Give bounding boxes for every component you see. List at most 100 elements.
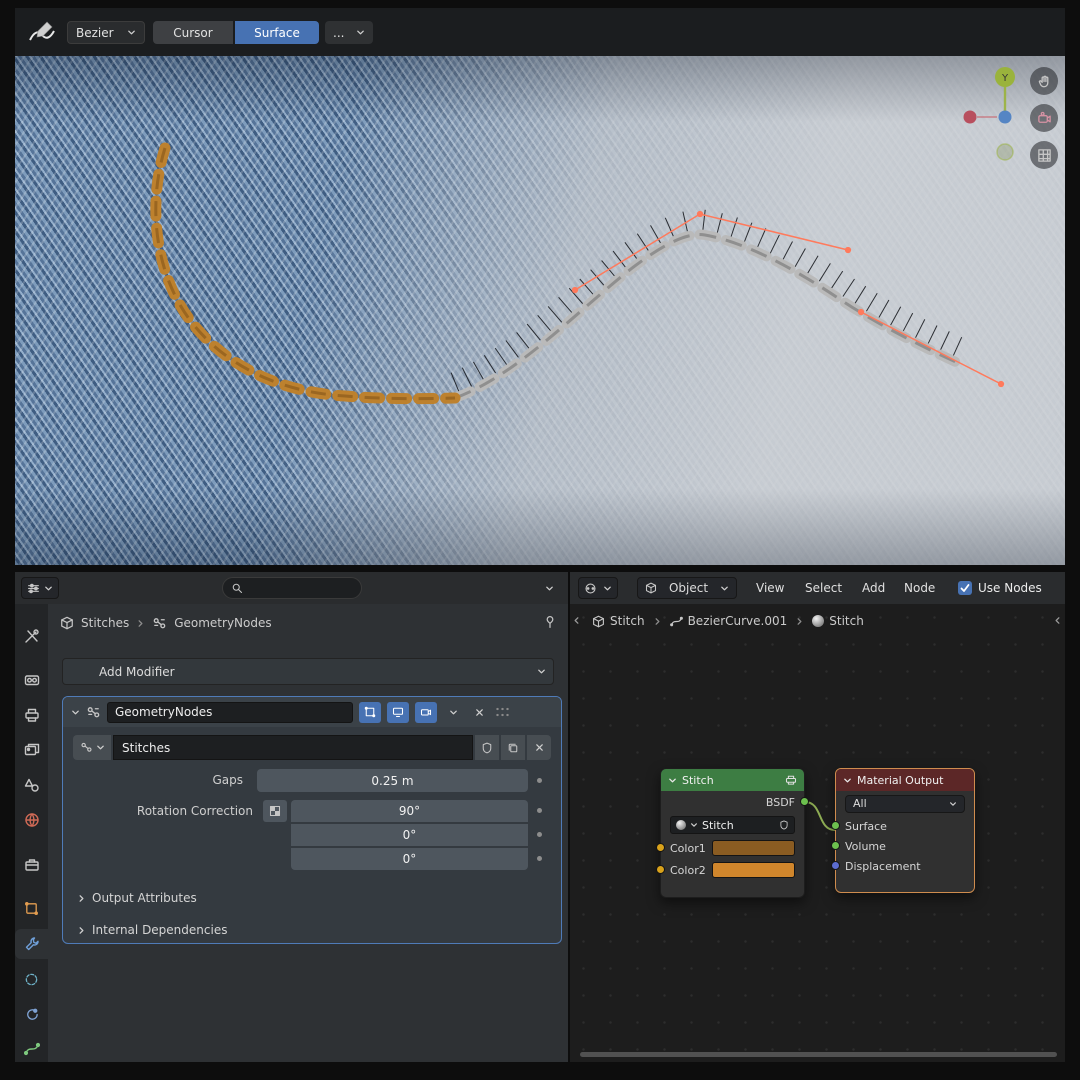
shader-breadcrumb: Stitch BezierCurve.001 Stitch [592, 609, 864, 633]
stitch-node-header[interactable]: Stitch [661, 769, 804, 791]
tab-output[interactable] [15, 700, 48, 730]
move-view-button[interactable] [1030, 67, 1058, 95]
more-options-dropdown[interactable]: ... [325, 21, 373, 44]
cursor-toggle-button[interactable]: Cursor [153, 21, 233, 44]
animate-dot[interactable] [537, 832, 542, 837]
tab-constraints[interactable] [15, 999, 48, 1029]
search-input[interactable] [222, 577, 362, 599]
modifier-name-input[interactable]: GeometryNodes [107, 702, 353, 723]
material-sphere-icon [676, 820, 686, 830]
target-row: All [836, 791, 974, 816]
gaps-value-slider[interactable]: 0.25 m [257, 769, 528, 792]
material-selector[interactable]: Stitch [670, 816, 795, 834]
editor-type-dropdown[interactable] [21, 577, 59, 599]
drag-grip[interactable] [495, 706, 511, 718]
gizmo-y-neg-axis[interactable] [997, 144, 1013, 160]
animate-dot[interactable] [537, 778, 542, 783]
node-group-selector: Stitches [73, 735, 551, 760]
collapse-chevron-icon[interactable] [668, 776, 677, 785]
shader-mode-dropdown[interactable]: Object [637, 577, 737, 599]
gizmo-z-axis[interactable] [999, 111, 1012, 124]
gizmo-x-axis[interactable] [964, 111, 977, 124]
material-output-node[interactable]: Material Output All Surface Volume Displ… [835, 768, 975, 893]
unlink-button[interactable] [527, 735, 551, 760]
camera-view-button[interactable] [1030, 104, 1058, 132]
new-copy-button[interactable] [501, 735, 525, 760]
breadcrumb-curve[interactable]: BezierCurve.001 [670, 614, 788, 628]
surface-toggle-button[interactable]: Surface [235, 21, 319, 44]
menu-view[interactable]: View [752, 572, 788, 604]
header-extras-dropdown[interactable] [536, 577, 562, 599]
tab-object-data[interactable] [15, 1034, 48, 1064]
surface-input-socket[interactable] [831, 821, 840, 830]
color1-swatch[interactable] [712, 840, 795, 856]
display-editmode-toggle[interactable] [359, 702, 381, 723]
color1-input-socket[interactable] [656, 843, 665, 852]
tab-collection[interactable] [15, 850, 48, 880]
rotation-x-slider[interactable]: 90° [291, 800, 528, 822]
tab-scene[interactable] [15, 770, 48, 800]
collapse-chevron-icon[interactable] [843, 776, 852, 785]
bsdf-output-socket[interactable] [800, 797, 809, 806]
expand-chevron-icon[interactable] [71, 708, 80, 717]
use-attribute-toggle[interactable] [263, 800, 287, 822]
tab-view-layer[interactable] [15, 735, 48, 765]
rotation-z-slider[interactable]: 0° [291, 848, 528, 870]
shield-icon[interactable] [779, 820, 789, 830]
breadcrumb-modifier[interactable]: GeometryNodes [174, 616, 271, 630]
modifier-extras-dropdown[interactable] [443, 702, 463, 723]
viewport-canvas[interactable]: Y [15, 56, 1065, 565]
color1-row: Color1 [661, 837, 804, 859]
tab-modifiers[interactable] [15, 929, 48, 959]
tab-tool[interactable] [15, 621, 48, 651]
display-render-toggle[interactable] [415, 702, 437, 723]
menu-select[interactable]: Select [801, 572, 846, 604]
add-modifier-dropdown[interactable]: Add Modifier [62, 658, 554, 685]
use-nodes-checkbox[interactable] [958, 581, 972, 595]
remove-modifier-button[interactable] [469, 702, 489, 723]
material-sphere-icon [812, 615, 824, 627]
fake-user-button[interactable] [475, 735, 499, 760]
menu-node[interactable]: Node [900, 572, 939, 604]
animate-dot[interactable] [537, 808, 542, 813]
object-cube-icon [645, 582, 657, 594]
browse-node-group-button[interactable] [73, 735, 111, 760]
editor-type-dropdown[interactable] [578, 577, 618, 599]
horizontal-scrollbar[interactable] [580, 1052, 1057, 1057]
tab-world[interactable] [15, 805, 48, 835]
tab-render[interactable] [15, 665, 48, 695]
close-icon [535, 743, 544, 752]
stitch-node[interactable]: Stitch BSDF Stitch Color1 [660, 768, 805, 898]
display-realtime-toggle[interactable] [387, 702, 409, 723]
breadcrumb-material-label: Stitch [829, 614, 864, 628]
material-output-header[interactable]: Material Output [836, 769, 974, 791]
internal-dependencies-section[interactable]: Internal Dependencies [77, 919, 227, 941]
toggle-projection-button[interactable] [1030, 141, 1058, 169]
output-attributes-section[interactable]: Output Attributes [77, 887, 197, 909]
displacement-input-socket[interactable] [831, 861, 840, 870]
wrench-icon [24, 936, 40, 952]
breadcrumb-object[interactable]: Stitch [592, 614, 645, 628]
bezier-handles[interactable] [573, 212, 1004, 387]
curve-type-dropdown[interactable]: Bezier [67, 21, 145, 44]
3d-viewport[interactable]: Bezier Cursor Surface ... [15, 8, 1065, 565]
animate-dot[interactable] [537, 856, 542, 861]
region-collapse-left-icon[interactable] [572, 616, 581, 625]
pin-icon[interactable] [543, 615, 557, 629]
color2-input-socket[interactable] [656, 865, 665, 874]
color2-swatch[interactable] [712, 862, 795, 878]
displacement-row: Displacement [836, 856, 974, 876]
tab-physics[interactable] [15, 964, 48, 994]
breadcrumb-material[interactable]: Stitch [812, 614, 864, 628]
target-dropdown[interactable]: All [845, 795, 965, 813]
node-canvas[interactable]: Stitch BezierCurve.001 Stitch Stitch [570, 604, 1065, 1062]
chevron-down-icon [949, 800, 957, 808]
tab-object[interactable] [15, 893, 48, 923]
breadcrumb-object[interactable]: Stitches [81, 616, 129, 630]
rotation-y-slider[interactable]: 0° [291, 824, 528, 846]
menu-add[interactable]: Add [858, 572, 889, 604]
node-group-name-field[interactable]: Stitches [113, 735, 473, 760]
draw-curve-tool-icon[interactable] [27, 18, 57, 48]
region-collapse-right-icon[interactable] [1053, 616, 1062, 625]
volume-input-socket[interactable] [831, 841, 840, 850]
